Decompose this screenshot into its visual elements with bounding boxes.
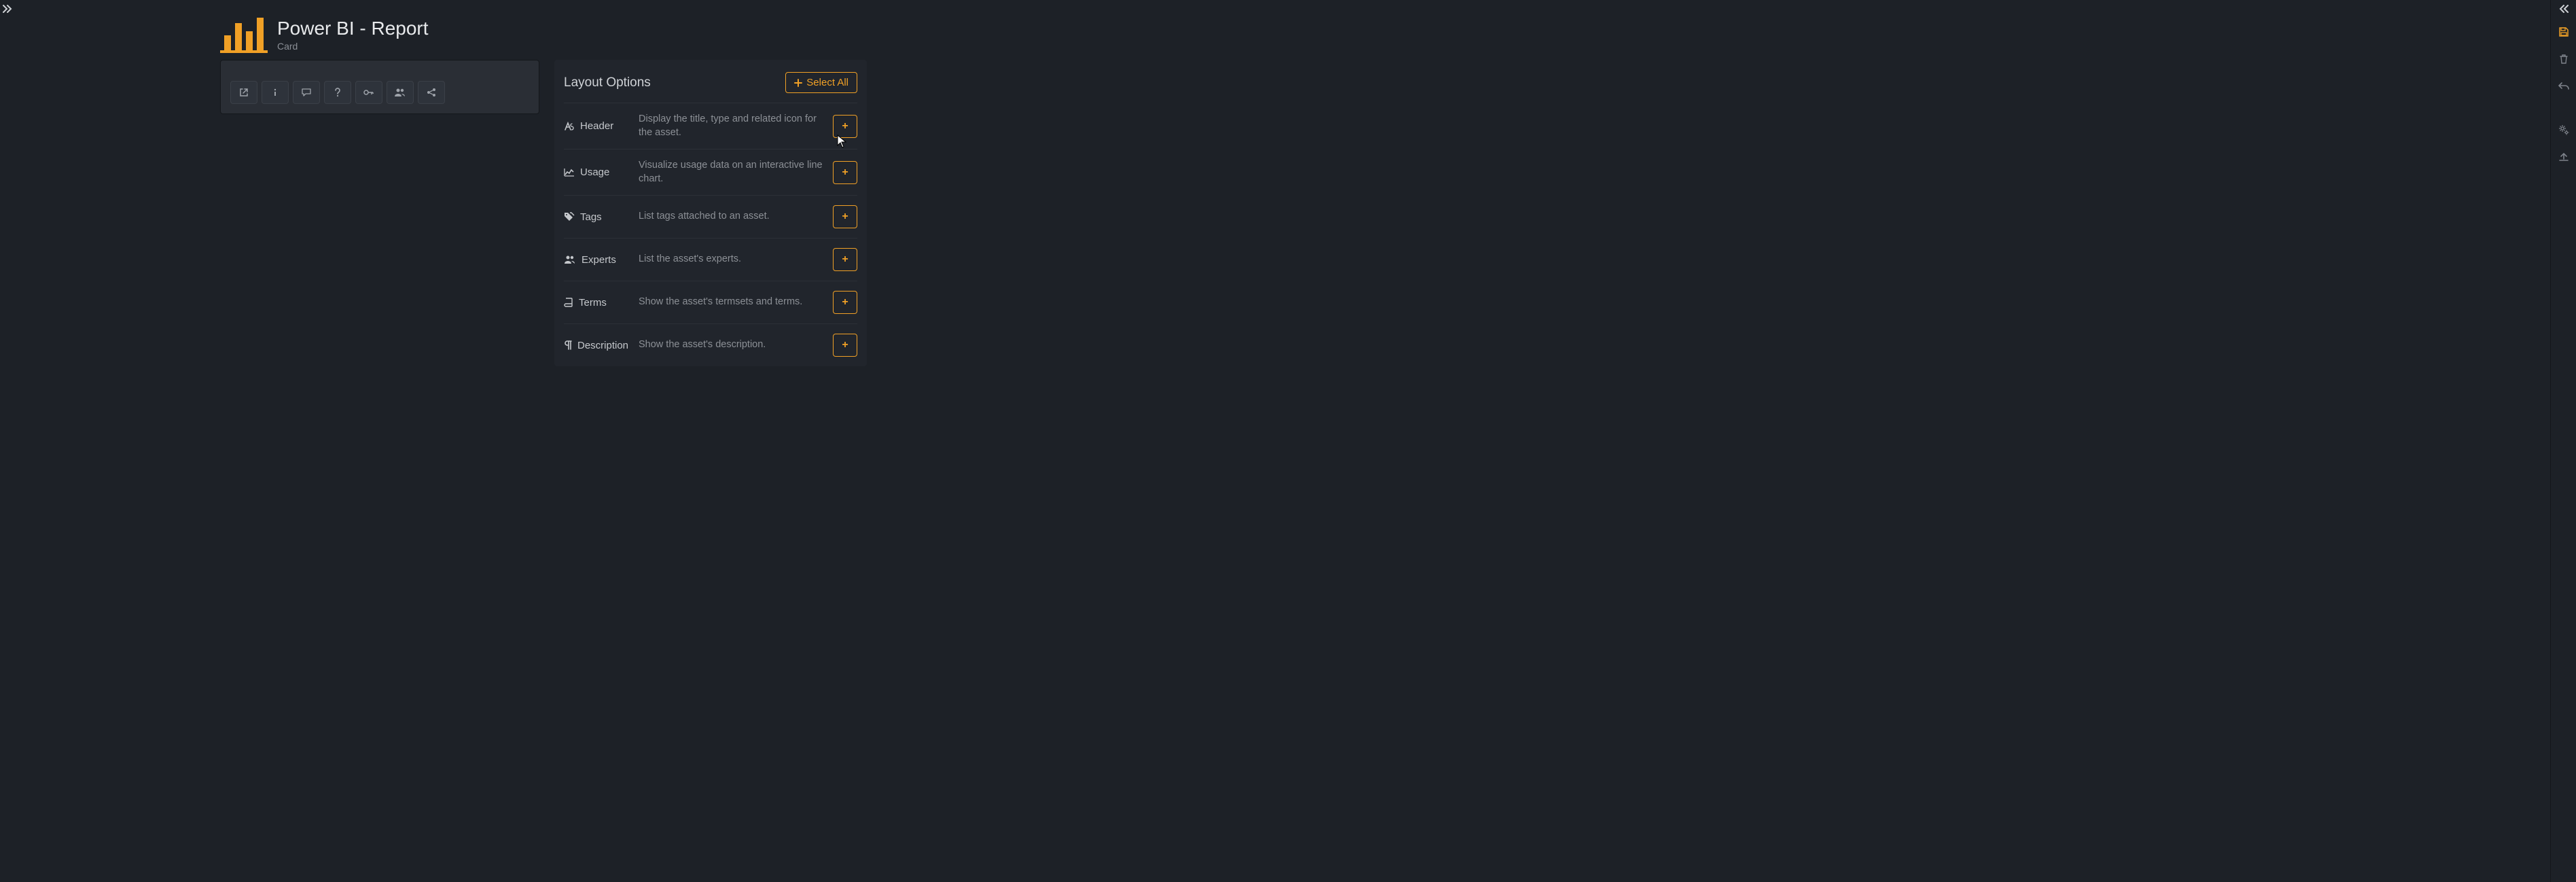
comment-icon	[301, 88, 312, 97]
option-description: Show the asset's termsets and terms.	[639, 296, 826, 309]
option-description: List tags attached to an asset.	[639, 210, 826, 224]
page-subtitle: Card	[277, 41, 429, 52]
users-icon	[564, 255, 576, 264]
font-icon	[564, 122, 575, 131]
delete-button[interactable]	[2555, 50, 2573, 68]
right-rail	[2550, 0, 2576, 882]
option-name: Usage	[564, 166, 632, 178]
users-button[interactable]	[387, 81, 414, 104]
add-option-button[interactable]: +	[833, 334, 857, 357]
select-all-label: Select All	[806, 77, 848, 88]
option-description: Show the asset's description.	[639, 338, 826, 352]
left-rail	[0, 0, 16, 882]
settings-button[interactable]	[2555, 121, 2573, 139]
plus-icon: +	[842, 166, 848, 179]
info-icon	[270, 88, 280, 97]
option-label: Tags	[580, 211, 602, 223]
option-label: Usage	[580, 166, 609, 178]
plus-icon: +	[842, 211, 848, 223]
option-name: Header	[564, 120, 632, 132]
option-name: Terms	[564, 297, 632, 308]
layout-option-row: Header Display the title, type and relate…	[564, 103, 857, 149]
plus-icon: +	[842, 339, 848, 351]
undo-icon	[2558, 82, 2569, 91]
layout-option-row: Terms Show the asset's termsets and terms…	[564, 281, 857, 323]
upload-button[interactable]	[2555, 148, 2573, 166]
barchart-icon	[220, 16, 268, 53]
option-label: Experts	[582, 254, 616, 266]
option-label: Header	[580, 120, 613, 132]
expand-left-icon[interactable]	[3, 4, 12, 14]
option-name: Description	[564, 340, 632, 351]
layout-option-row: Tags List tags attached to an asset. +	[564, 195, 857, 238]
layout-options-panel: Layout Options Select All Header Display …	[554, 60, 867, 366]
pilcrow-icon	[564, 340, 572, 350]
option-name: Tags	[564, 211, 632, 223]
add-option-button[interactable]: +	[833, 248, 857, 271]
option-description: Visualize usage data on an interactive l…	[639, 159, 826, 186]
option-description: List the asset's experts.	[639, 253, 826, 266]
share-icon	[427, 88, 436, 97]
plus-icon: +	[842, 120, 848, 133]
undo-button[interactable]	[2555, 77, 2573, 95]
option-label: Terms	[579, 297, 607, 308]
external-icon	[239, 88, 249, 97]
book-icon	[564, 298, 573, 307]
select-all-button[interactable]: Select All	[785, 72, 857, 93]
tags-icon	[564, 212, 575, 222]
key-icon	[363, 88, 374, 97]
plus-icon: +	[842, 296, 848, 308]
add-option-button[interactable]: +	[833, 115, 857, 138]
layout-option-row: Usage Visualize usage data on an interact…	[564, 149, 857, 195]
add-option-button[interactable]: +	[833, 161, 857, 184]
linechart-icon	[564, 168, 575, 177]
gears-icon	[2558, 124, 2569, 135]
main-canvas: Power BI - Report Card Layout Options Se…	[16, 0, 2550, 882]
option-description: Display the title, type and related icon…	[639, 113, 826, 139]
asset-toolbar	[220, 60, 539, 114]
asset-header: Power BI - Report Card	[16, 0, 2550, 60]
collapse-right-icon[interactable]	[2559, 4, 2569, 14]
option-name: Experts	[564, 254, 632, 266]
layout-options-title: Layout Options	[564, 75, 651, 90]
upload-icon	[2558, 152, 2569, 162]
trash-icon	[2559, 54, 2569, 65]
open-external-button[interactable]	[230, 81, 257, 104]
page-title: Power BI - Report	[277, 18, 429, 39]
plus-icon	[794, 79, 802, 87]
plus-icon: +	[842, 253, 848, 266]
users-icon	[394, 88, 406, 97]
add-option-button[interactable]: +	[833, 291, 857, 314]
layout-option-row: Description Show the asset's description.…	[564, 323, 857, 366]
layout-option-row: Experts List the asset's experts. +	[564, 238, 857, 281]
help-button[interactable]	[324, 81, 351, 104]
option-label: Description	[577, 340, 628, 351]
comment-button[interactable]	[293, 81, 320, 104]
help-icon	[333, 88, 342, 97]
save-button[interactable]	[2555, 23, 2573, 41]
info-button[interactable]	[262, 81, 289, 104]
add-option-button[interactable]: +	[833, 205, 857, 228]
share-button[interactable]	[418, 81, 445, 104]
save-icon	[2558, 27, 2569, 37]
key-button[interactable]	[355, 81, 382, 104]
